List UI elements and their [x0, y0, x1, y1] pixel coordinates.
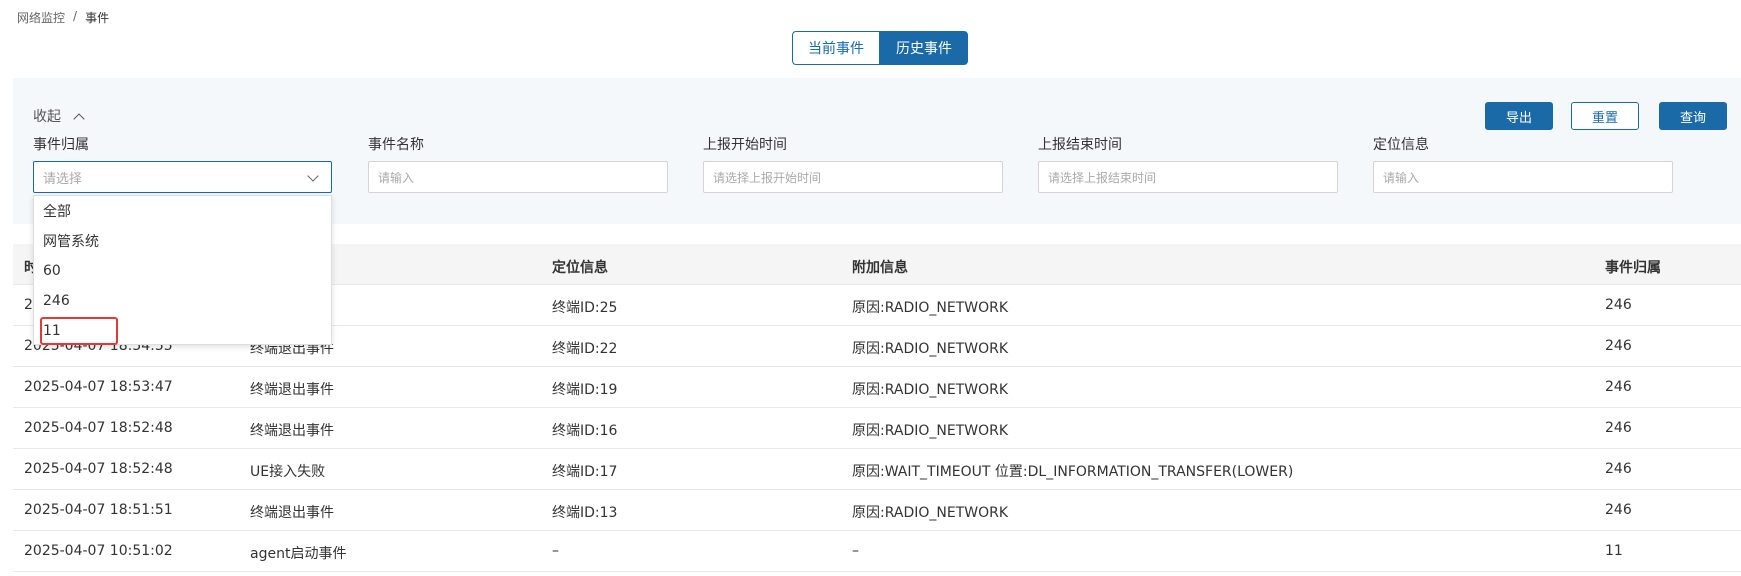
- cell-name: UE接入失败: [250, 464, 326, 480]
- cell-extra: 原因:WAIT_TIMEOUT 位置:DL_INFORMATION_TRANSF…: [852, 464, 1294, 480]
- cell-name: 终端退出事件: [250, 423, 334, 439]
- field-label-event-owner: 事件归属: [33, 137, 89, 153]
- breadcrumb: 网络监控 / 事件: [17, 9, 109, 26]
- event-owner-placeholder: 请选择: [43, 171, 83, 187]
- query-button[interactable]: 查询: [1659, 102, 1727, 130]
- tab-history-events[interactable]: 历史事件: [880, 31, 968, 65]
- cell-time: 2025-04-07 18:52:48: [24, 420, 173, 436]
- cell-time: 2025-04-07 18:52:48: [24, 461, 173, 477]
- breadcrumb-parent[interactable]: 网络监控: [17, 9, 65, 26]
- cell-loc: 终端ID:22: [552, 341, 618, 357]
- export-button[interactable]: 导出: [1485, 102, 1553, 130]
- tab-current-events[interactable]: 当前事件: [792, 31, 880, 65]
- collapse-label: 收起: [33, 109, 61, 125]
- option-nms[interactable]: 网管系统: [34, 226, 331, 256]
- end-time-input[interactable]: 请选择上报结束时间: [1038, 161, 1338, 193]
- col-header-extra: 附加信息: [852, 260, 908, 276]
- event-owner-select[interactable]: 请选择: [33, 161, 332, 193]
- option-60[interactable]: 60: [34, 256, 331, 286]
- cell-owner: 246: [1605, 502, 1632, 518]
- cell-name: 终端退出事件: [250, 382, 334, 398]
- cell-loc: –: [552, 543, 559, 559]
- cell-extra: –: [852, 543, 859, 559]
- cell-extra: 原因:RADIO_NETWORK: [852, 505, 1009, 521]
- cell-name: 终端退出事件: [250, 505, 334, 521]
- reset-button[interactable]: 重置: [1571, 102, 1639, 130]
- cell-owner: 11: [1605, 543, 1623, 559]
- start-time-input[interactable]: 请选择上报开始时间: [703, 161, 1003, 193]
- option-11[interactable]: 11: [39, 316, 119, 346]
- col-header-location: 定位信息: [552, 260, 608, 276]
- field-label-location: 定位信息: [1373, 137, 1429, 153]
- cell-extra: 原因:RADIO_NETWORK: [852, 382, 1009, 398]
- option-all[interactable]: 全部: [34, 196, 331, 226]
- cell-extra: 原因:RADIO_NETWORK: [852, 300, 1009, 316]
- cell-time: 2025-04-07 10:51:02: [24, 543, 173, 559]
- chevron-up-icon: [73, 112, 85, 125]
- cell-owner: 246: [1605, 379, 1632, 395]
- collapse-toggle[interactable]: 收起: [33, 106, 85, 126]
- event-owner-dropdown: 全部 网管系统 60 246 11: [33, 195, 332, 345]
- cell-owner: 246: [1605, 420, 1632, 436]
- cell-loc: 终端ID:16: [552, 423, 618, 439]
- event-name-input[interactable]: 请输入: [368, 161, 668, 193]
- cell-time: 2: [24, 297, 33, 313]
- cell-owner: 246: [1605, 297, 1632, 313]
- cell-loc: 终端ID:19: [552, 382, 618, 398]
- cell-extra: 原因:RADIO_NETWORK: [852, 423, 1009, 439]
- cell-loc: 终端ID:25: [552, 300, 618, 316]
- field-label-event-name: 事件名称: [368, 137, 424, 153]
- breadcrumb-separator: /: [73, 9, 78, 23]
- event-tabs: 当前事件 历史事件: [792, 31, 968, 65]
- field-label-end-time: 上报结束时间: [1038, 137, 1122, 153]
- cell-name: agent启动事件: [250, 546, 347, 562]
- cell-owner: 246: [1605, 461, 1632, 477]
- col-header-owner: 事件归属: [1605, 260, 1661, 276]
- cell-loc: 终端ID:17: [552, 464, 618, 480]
- cell-owner: 246: [1605, 338, 1632, 354]
- cell-loc: 终端ID:13: [552, 505, 618, 521]
- chevron-down-icon: [307, 170, 319, 182]
- breadcrumb-current: 事件: [85, 11, 110, 25]
- option-246[interactable]: 246: [34, 286, 331, 316]
- cell-extra: 原因:RADIO_NETWORK: [852, 341, 1009, 357]
- field-label-start-time: 上报开始时间: [703, 137, 787, 153]
- cell-time: 2025-04-07 18:51:51: [24, 502, 173, 518]
- cell-time: 2025-04-07 18:53:47: [24, 379, 173, 395]
- location-input[interactable]: 请输入: [1373, 161, 1673, 193]
